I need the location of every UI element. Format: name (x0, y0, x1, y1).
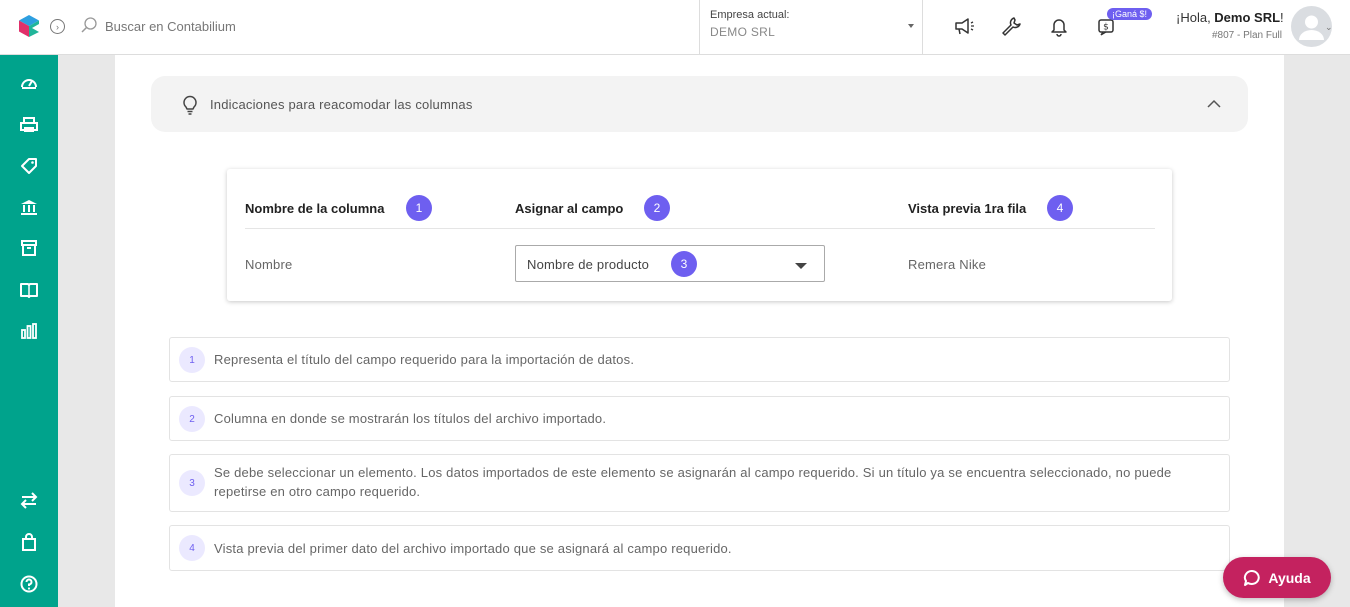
bag-icon[interactable] (19, 532, 39, 552)
plan-info: #807 - Plan Full (1211, 30, 1282, 41)
note-item: 4 Vista previa del primer dato del archi… (169, 525, 1230, 571)
column-name-cell: Nombre (245, 257, 293, 272)
note-text: Se debe seleccionar un elemento. Los dat… (214, 465, 1172, 499)
chat-bubble-icon (1244, 569, 1261, 586)
tag-icon[interactable] (19, 156, 39, 176)
wrench-icon[interactable] (1000, 15, 1022, 37)
caret-down-icon (908, 24, 914, 28)
step-badge-2: 2 (644, 195, 670, 221)
hints-accordion-header[interactable]: Indicaciones para reacomodar las columna… (151, 76, 1248, 132)
note-text: Columna en donde se mostrarán los título… (214, 411, 607, 426)
company-selector[interactable]: Empresa actual: DEMO SRL (699, 0, 923, 54)
note-number: 4 (179, 535, 205, 561)
column-mapping-card: Nombre de la columna 1 Asignar al campo … (227, 169, 1172, 301)
greeting: ¡Hola, Demo SRL! (1176, 10, 1284, 25)
contabilium-logo[interactable] (17, 14, 41, 38)
company-label: Empresa actual: (710, 9, 790, 21)
note-number: 3 (179, 470, 205, 496)
note-item: 3 Se debe seleccionar un elemento. Los d… (169, 454, 1230, 512)
field-select-value: Nombre de producto (527, 257, 650, 272)
note-text: Vista previa del primer dato del archivo… (214, 541, 732, 556)
search-icon (81, 17, 97, 33)
note-item: 2 Columna en donde se mostrarán los títu… (169, 396, 1230, 441)
note-number: 1 (179, 347, 205, 373)
box-icon[interactable] (19, 238, 39, 258)
preview-cell: Remera Nike (908, 257, 987, 272)
note-text: Representa el título del campo requerido… (214, 352, 635, 367)
help-button[interactable]: Ayuda (1223, 557, 1331, 598)
chart-icon[interactable] (19, 321, 39, 341)
chevron-up-icon[interactable] (1206, 97, 1222, 109)
column-header-preview: Vista previa 1ra fila (908, 201, 1027, 216)
column-header-assign: Asignar al campo (515, 201, 624, 216)
caret-down-icon (795, 263, 807, 269)
hints-title: Indicaciones para reacomodar las columna… (210, 97, 473, 112)
help-label: Ayuda (1268, 569, 1311, 586)
step-badge-4: 4 (1047, 195, 1073, 221)
earn-badge[interactable]: ¡Ganá $! (1107, 8, 1153, 20)
svg-text:$: $ (1103, 23, 1109, 33)
bank-icon[interactable] (19, 197, 39, 217)
help-icon[interactable] (19, 574, 39, 594)
main-content: Indicaciones para reacomodar las columna… (115, 55, 1284, 607)
printer-icon[interactable] (19, 115, 39, 135)
chevron-down-icon[interactable]: ⌄ (1325, 22, 1333, 33)
search-input[interactable] (105, 14, 505, 38)
transfer-icon[interactable] (19, 490, 39, 510)
dashboard-icon[interactable] (19, 73, 39, 93)
sidebar-toggle-button[interactable]: › (50, 19, 65, 34)
note-item: 1 Representa el título del campo requeri… (169, 337, 1230, 382)
note-number: 2 (179, 406, 205, 432)
step-badge-1: 1 (406, 195, 432, 221)
step-badge-3: 3 (671, 251, 697, 277)
megaphone-icon[interactable] (953, 15, 975, 37)
bell-icon[interactable] (1048, 15, 1070, 37)
book-icon[interactable] (19, 280, 39, 300)
sidebar (0, 55, 58, 607)
company-value: DEMO SRL (710, 25, 776, 39)
user-name: Demo SRL (1214, 10, 1281, 25)
column-header-name: Nombre de la columna (245, 201, 385, 216)
divider (245, 228, 1155, 229)
top-bar: › Empresa actual: DEMO SRL $ ¡Ganá $! ¡H… (0, 0, 1350, 55)
field-select[interactable]: Nombre de producto 3 (515, 245, 825, 282)
lightbulb-icon (183, 95, 197, 115)
